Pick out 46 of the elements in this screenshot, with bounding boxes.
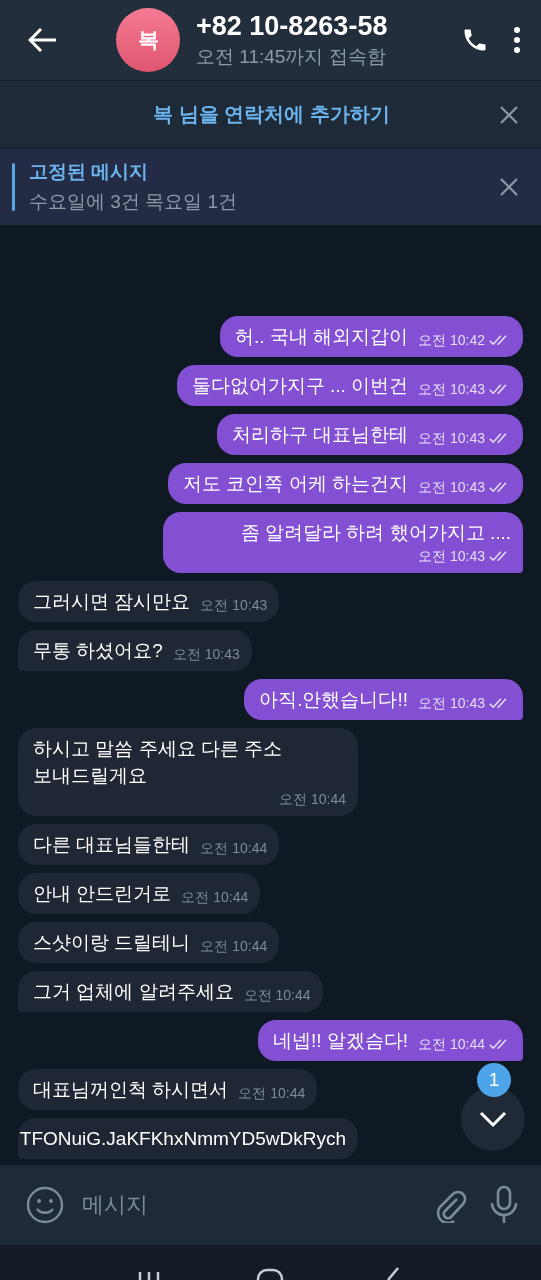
message-text: 네넵!! 알겠슴다! <box>272 1029 409 1053</box>
message-text: 처리하구 대표님한테 <box>231 423 409 447</box>
message-text: 허.. 국내 해외지갑이 <box>234 325 409 349</box>
message-text: 둘다없어가지구 ... 이번건 <box>191 374 409 398</box>
message-text: 스샷이랑 드릴테니 <box>33 931 191 955</box>
message-time: 오전 10:42 <box>418 331 485 350</box>
message-composer[interactable]: 메시지 <box>0 1165 541 1245</box>
message-text: 그러시면 잠시만요 <box>33 590 191 614</box>
message-time: 오전 10:43 <box>418 429 485 448</box>
message-text: 그거 업체에 알려주세요 <box>33 980 234 1004</box>
message-time: 오전 10:44 <box>238 1084 306 1103</box>
message-time: 오전 10:44 <box>279 790 346 809</box>
pinned-title: 고정된 메시지 <box>29 160 150 184</box>
smiley-icon[interactable] <box>26 1186 64 1224</box>
microphone-icon[interactable] <box>489 1185 519 1225</box>
message-text: 저도 코인쪽 어케 하는건지 <box>183 472 409 496</box>
avatar[interactable]: 복 <box>116 8 180 72</box>
message-time: 오전 10:43 <box>200 596 268 615</box>
last-seen-status: 오전 11:45까지 접속함 <box>196 44 387 69</box>
message-time: 오전 10:43 <box>418 478 485 497</box>
chevron-down-icon[interactable] <box>478 1110 508 1128</box>
message-input[interactable]: 메시지 <box>82 1184 415 1226</box>
message-time: 오전 10:43 <box>418 380 485 399</box>
more-menu-icon[interactable] <box>513 26 521 54</box>
message-time: 오전 10:44 <box>243 986 311 1005</box>
message-time: 오전 10:44 <box>418 1035 485 1054</box>
message-time: 오전 10:44 <box>200 839 268 858</box>
message-time: 오전 10:43 <box>172 645 240 664</box>
message-text: 좀 알려달라 하려 했어가지고 .... <box>240 521 511 545</box>
message-text: TFONuiG.JaKFKhxNmmYD5wDkRych <box>19 1127 346 1151</box>
pinned-text[interactable]: 수요일에 3건 목요일 1건 <box>29 189 495 215</box>
message-time: 오전 10:43 <box>418 694 485 713</box>
message-time: 오전 10:44 <box>200 937 268 956</box>
message-text: 다른 대표님들한테 <box>33 833 191 857</box>
message-time: 오전 10:43 <box>418 547 485 566</box>
back-arrow-icon[interactable] <box>28 27 58 53</box>
message-text: 무통 하셨어요? <box>33 639 163 663</box>
message-time: 오전 10:44 <box>181 888 249 907</box>
message-text: 대표님꺼인척 하시면서 <box>33 1078 229 1102</box>
chat-title: +82 10-8263-58 <box>196 10 389 42</box>
unread-badge: 1 <box>477 1063 511 1097</box>
close-icon[interactable] <box>499 104 519 125</box>
close-icon[interactable] <box>499 177 519 197</box>
message-text: 안내 안드린거로 <box>33 882 172 906</box>
message-text: 아직.안했습니다!! <box>259 688 409 712</box>
message-text: 하시고 말씀 주세요 다른 주소 보내드릴게요 <box>33 737 284 788</box>
